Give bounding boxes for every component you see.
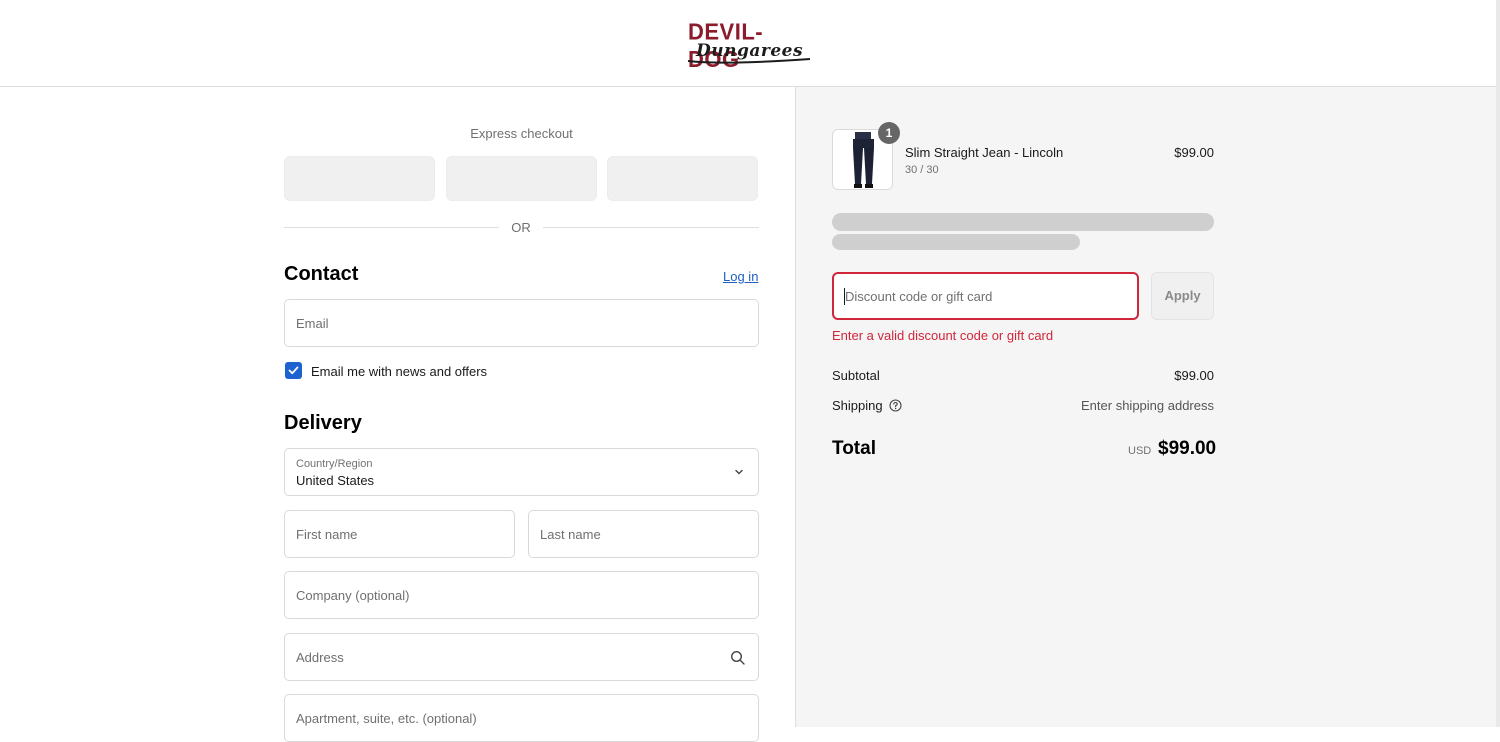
- help-circle-icon[interactable]: [889, 399, 902, 412]
- discount-error-message: Enter a valid discount code or gift card: [832, 328, 1054, 343]
- shipping-value: Enter shipping address: [1081, 398, 1214, 413]
- first-name-placeholder: First name: [296, 527, 358, 542]
- or-divider-right: [543, 227, 759, 228]
- total-label: Total: [832, 438, 876, 459]
- apartment-placeholder: Apartment, suite, etc. (optional): [296, 711, 477, 726]
- or-divider-left: [284, 227, 499, 228]
- chevron-down-icon: [735, 469, 743, 475]
- subtotal-label: Subtotal: [832, 368, 880, 383]
- newsletter-label[interactable]: Email me with news and offers: [311, 364, 487, 379]
- logo-swoosh-icon: [687, 58, 811, 64]
- contact-title: Contact: [284, 263, 359, 285]
- total-value: $99.00: [1158, 438, 1217, 459]
- product-variant: 30 / 30: [905, 164, 939, 176]
- loading-skeleton-bar: [832, 213, 1214, 231]
- discount-placeholder: Discount code or gift card: [845, 289, 993, 304]
- login-link[interactable]: Log in: [723, 269, 758, 284]
- brand-logo[interactable]: DEVIL-DOG Dungarees: [686, 18, 814, 72]
- product-price: $99.00: [1174, 145, 1214, 160]
- email-field[interactable]: Email: [284, 299, 759, 347]
- company-placeholder: Company (optional): [296, 588, 410, 603]
- first-name-field[interactable]: First name: [284, 510, 515, 558]
- address-field[interactable]: Address: [284, 633, 759, 681]
- loading-skeleton-bar-short: [832, 234, 1080, 250]
- shipping-label: Shipping: [832, 398, 883, 413]
- company-field[interactable]: Company (optional): [284, 571, 759, 619]
- header: DEVIL-DOG Dungarees: [0, 0, 1500, 87]
- delivery-title: Delivery: [284, 412, 362, 434]
- last-name-field[interactable]: Last name: [528, 510, 759, 558]
- or-separator-text: OR: [511, 220, 531, 235]
- last-name-placeholder: Last name: [540, 527, 601, 542]
- address-placeholder: Address: [296, 650, 344, 665]
- discount-code-input[interactable]: Discount code or gift card: [832, 272, 1139, 320]
- express-checkout-label: Express checkout: [470, 126, 573, 141]
- country-label: Country/Region: [296, 458, 373, 470]
- page-scrollbar[interactable]: [1496, 0, 1500, 727]
- product-name: Slim Straight Jean - Lincoln: [905, 145, 1064, 160]
- apply-discount-button[interactable]: Apply: [1151, 272, 1214, 320]
- checkmark-icon: [288, 366, 299, 375]
- country-value: United States: [296, 473, 375, 488]
- country-select[interactable]: Country/Region United States: [284, 448, 759, 496]
- express-pay-button-3[interactable]: [607, 156, 758, 201]
- subtotal-value: $99.00: [1174, 368, 1214, 383]
- search-icon[interactable]: [730, 650, 746, 666]
- express-pay-button-1[interactable]: [284, 156, 435, 201]
- currency-code: USD: [1128, 445, 1152, 457]
- quantity-badge: 1: [878, 122, 900, 144]
- email-placeholder: Email: [296, 316, 329, 331]
- newsletter-checkbox[interactable]: [285, 362, 302, 379]
- apartment-field[interactable]: Apartment, suite, etc. (optional): [284, 694, 759, 742]
- express-pay-button-2[interactable]: [446, 156, 597, 201]
